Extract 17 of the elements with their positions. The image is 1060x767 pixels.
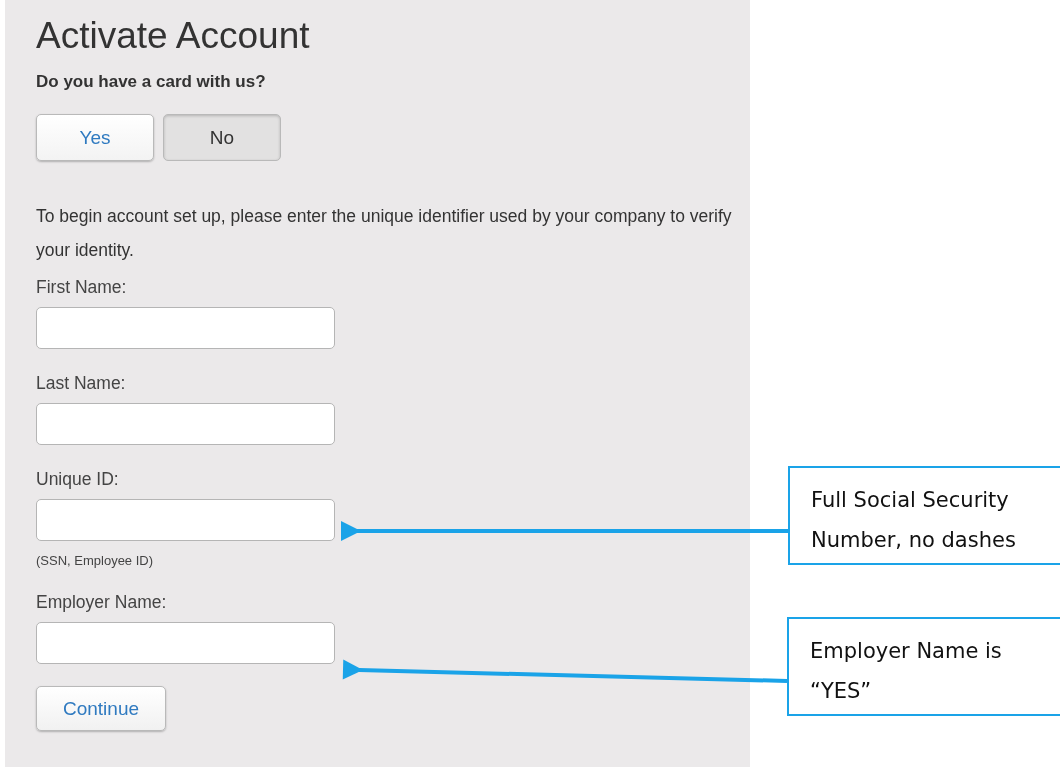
choice-button[interactable]: Yes [36,114,154,161]
field-label: First Name: [36,276,128,299]
field-hint: (SSN, Employee ID) [36,553,155,568]
field-label: Last Name: [36,372,127,395]
input-field[interactable] [36,403,335,445]
intro-text: To begin account set up, please enter the unique identifier used by your company to verify your identity. [36,205,733,262]
continue-button[interactable]: Continue [36,686,166,731]
input-field[interactable] [36,622,335,664]
page-title: Activate Account [36,14,311,58]
callout-note: Full Social Security Number, no dashes [788,466,1060,565]
callout-note: Employer Name is “YES” [787,617,1060,716]
input-field[interactable] [36,499,335,541]
field-label: Unique ID: [36,468,120,491]
question-text: Do you have a card with us? [36,72,267,92]
choice-button[interactable]: No [163,114,281,161]
input-field[interactable] [36,307,335,349]
field-label: Employer Name: [36,591,168,614]
